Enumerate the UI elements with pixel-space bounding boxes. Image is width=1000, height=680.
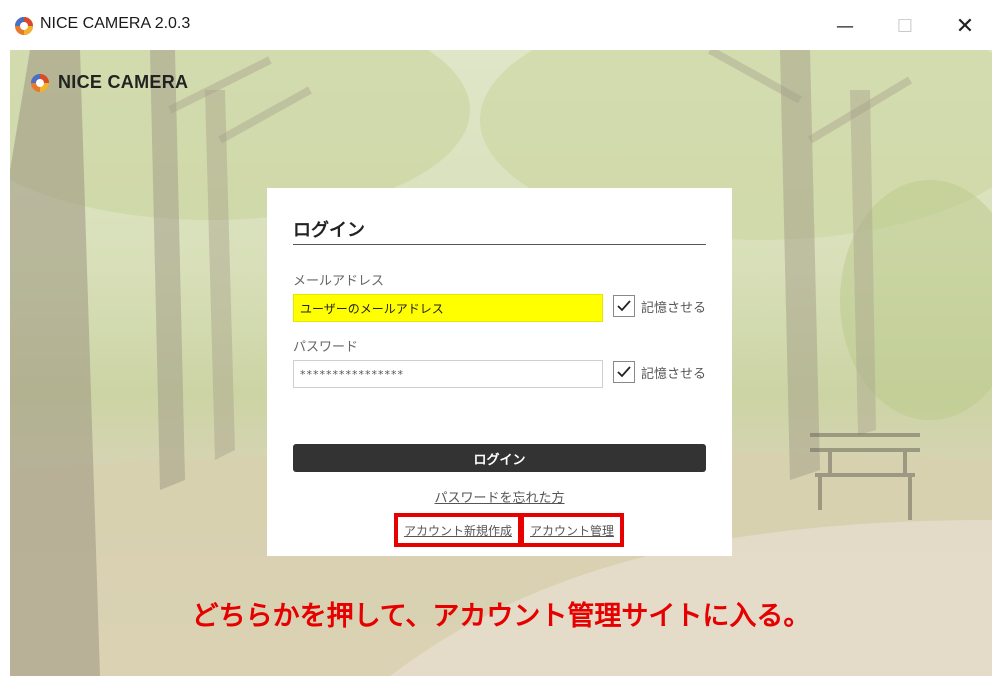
remember-password-label: 記憶させる xyxy=(641,366,707,382)
remember-email-label: 記憶させる xyxy=(641,300,707,316)
login-title: ログイン xyxy=(293,220,365,241)
brand-name: NICE CAMERA xyxy=(58,72,189,92)
login-button[interactable]: ログイン xyxy=(293,444,706,472)
window-titlebar: NICE CAMERA 2.0.3 — ☐ ✕ xyxy=(0,0,1000,50)
forgot-password-link[interactable]: パスワードを忘れた方 xyxy=(267,487,732,506)
account-links: アカウント新規作成 アカウント管理 xyxy=(394,513,625,547)
instruction-annotation: どちらかを押して、アカウント管理サイトに入る。 xyxy=(191,601,811,632)
camera-aperture-icon xyxy=(15,17,33,35)
login-panel: ログイン メールアドレス ユーザーのメールアドレス 記憶させる パスワード **… xyxy=(267,188,732,556)
checkmark-icon xyxy=(617,366,631,378)
remember-email-toggle[interactable]: 記憶させる xyxy=(613,295,706,317)
minimize-button[interactable]: — xyxy=(825,12,865,40)
manage-account-link[interactable]: アカウント管理 xyxy=(520,513,625,547)
brand-header: NICE CAMERA xyxy=(30,72,188,93)
remember-password-toggle[interactable]: 記憶させる xyxy=(613,361,706,383)
window-title: NICE CAMERA 2.0.3 xyxy=(40,15,191,32)
create-account-link[interactable]: アカウント新規作成 xyxy=(394,513,523,547)
title-divider xyxy=(293,244,706,245)
password-input[interactable]: **************** xyxy=(293,360,603,388)
remember-email-checkbox[interactable] xyxy=(613,295,635,317)
close-button[interactable]: ✕ xyxy=(945,12,985,40)
app-background: NICE CAMERA ログイン メールアドレス ユーザーのメールアドレス 記憶… xyxy=(10,50,992,676)
email-label: メールアドレス xyxy=(293,274,385,289)
checkmark-icon xyxy=(617,300,631,312)
camera-aperture-icon xyxy=(31,73,49,92)
password-label: パスワード xyxy=(293,340,359,355)
maximize-button[interactable]: ☐ xyxy=(885,12,925,40)
email-input[interactable]: ユーザーのメールアドレス xyxy=(293,294,603,322)
remember-password-checkbox[interactable] xyxy=(613,361,635,383)
